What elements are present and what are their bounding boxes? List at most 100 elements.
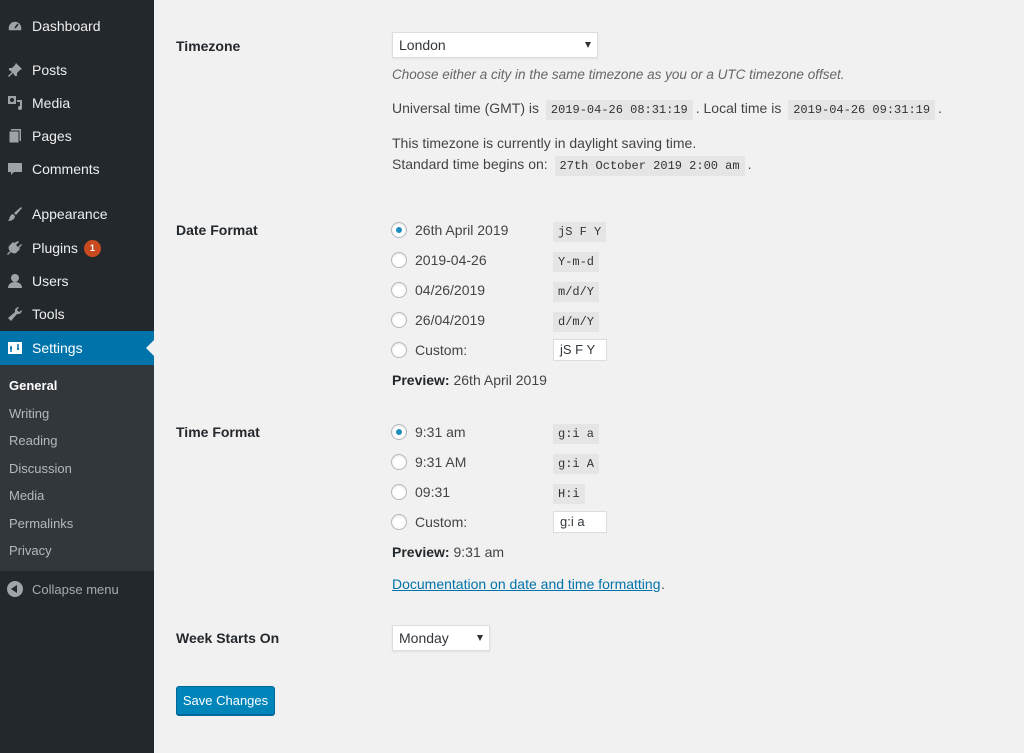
- docs-link-suffix: .: [661, 576, 665, 592]
- submenu-item-media[interactable]: Media: [9, 488, 44, 503]
- radio-checked[interactable]: [391, 424, 407, 440]
- std-time-value: 27th October 2019 2:00 am: [554, 156, 745, 176]
- radio[interactable]: [391, 342, 407, 358]
- collapse-menu-button[interactable]: Collapse menu: [0, 576, 154, 602]
- sidebar-item-tools[interactable]: Tools: [0, 297, 154, 331]
- local-suffix: .: [938, 100, 942, 116]
- week-starts-select[interactable]: Monday: [392, 625, 490, 651]
- date-format-label: Date Format: [176, 222, 258, 238]
- format-code: g:i A: [553, 454, 600, 474]
- sidebar-item-media[interactable]: Media: [0, 86, 154, 120]
- collapse-label: Collapse menu: [32, 581, 119, 597]
- option-label: 04/26/2019: [415, 282, 486, 298]
- sidebar-item-label: Users: [32, 273, 69, 289]
- submenu-item-reading[interactable]: Reading: [9, 433, 57, 448]
- sidebar-item-pages[interactable]: Pages: [0, 119, 154, 153]
- dashboard-icon: [7, 18, 23, 34]
- preview-value: 26th April 2019: [453, 372, 547, 388]
- sidebar-item-posts[interactable]: Posts: [0, 53, 154, 87]
- option-label: 9:31 am: [415, 424, 466, 440]
- format-code: d/m/Y: [553, 312, 600, 332]
- sidebar-item-users[interactable]: Users: [0, 264, 154, 298]
- option-label: Custom:: [415, 342, 468, 358]
- option-label: 9:31 AM: [415, 454, 467, 470]
- radio[interactable]: [391, 454, 407, 470]
- save-changes-button[interactable]: Save Changes: [176, 686, 275, 715]
- date-format-option[interactable]: 26/04/2019: [391, 310, 485, 330]
- sidebar-item-label: Tools: [32, 306, 65, 322]
- submenu-item-discussion[interactable]: Discussion: [9, 461, 72, 476]
- timezone-label: Timezone: [176, 38, 241, 54]
- local-prefix: . Local time is: [695, 100, 782, 116]
- time-readout: Universal time (GMT) is 2019-04-26 08:31…: [392, 100, 942, 120]
- radio[interactable]: [391, 484, 407, 500]
- chevron-down-icon: [585, 42, 591, 48]
- settings-submenu: General Writing Reading Discussion Media…: [0, 365, 154, 571]
- dst-note: This timezone is currently in daylight s…: [392, 135, 697, 151]
- submenu-item-privacy[interactable]: Privacy: [9, 543, 52, 558]
- comment-icon: [7, 161, 23, 177]
- time-format-option[interactable]: 9:31 am: [391, 422, 466, 442]
- sidebar-item-label: Media: [32, 95, 71, 111]
- pin-icon: [7, 62, 23, 78]
- sidebar-item-label: Pages: [32, 128, 72, 144]
- chevron-down-icon: [477, 635, 483, 641]
- timezone-select[interactable]: London: [392, 32, 598, 58]
- sidebar-item-label: Settings: [32, 340, 83, 356]
- format-code: H:i: [553, 484, 585, 504]
- sidebar-item-settings[interactable]: Settings: [0, 331, 154, 365]
- std-suffix: .: [747, 156, 752, 172]
- format-code: g:i a: [553, 424, 600, 444]
- admin-sidebar: Dashboard Posts Media Pages Comments App…: [0, 0, 154, 753]
- preview-label: Preview:: [392, 372, 450, 388]
- collapse-icon: [7, 581, 23, 597]
- format-code: m/d/Y: [553, 282, 600, 302]
- time-format-option[interactable]: 09:31: [391, 482, 450, 502]
- option-label: Custom:: [415, 514, 468, 530]
- date-time-docs-link[interactable]: Documentation on date and time formattin…: [392, 576, 661, 592]
- user-icon: [7, 273, 23, 289]
- date-format-custom-input[interactable]: jS F Y: [553, 339, 607, 361]
- sidebar-item-plugins[interactable]: Plugins 1: [0, 231, 154, 265]
- date-format-custom-option[interactable]: Custom:: [391, 340, 467, 360]
- local-time-value: 2019-04-26 09:31:19: [788, 100, 936, 120]
- radio-checked[interactable]: [391, 222, 407, 238]
- sidebar-item-label: Appearance: [32, 206, 108, 222]
- option-label: 2019-04-26: [415, 252, 487, 268]
- pages-icon: [7, 128, 23, 144]
- time-format-custom-input[interactable]: g:i a: [553, 511, 607, 533]
- sidebar-item-comments[interactable]: Comments: [0, 152, 154, 186]
- date-format-option[interactable]: 04/26/2019: [391, 280, 485, 300]
- std-prefix: Standard time begins on:: [392, 156, 548, 172]
- sidebar-item-dashboard[interactable]: Dashboard: [0, 9, 154, 43]
- time-format-preview: Preview: 9:31 am: [392, 544, 504, 560]
- time-format-custom-option[interactable]: Custom:: [391, 512, 467, 532]
- submenu-item-permalinks[interactable]: Permalinks: [9, 516, 73, 531]
- radio[interactable]: [391, 312, 407, 328]
- option-label: 26/04/2019: [415, 312, 486, 328]
- sidebar-item-label: Posts: [32, 62, 68, 78]
- format-code: Y-m-d: [553, 252, 600, 272]
- submenu-item-general[interactable]: General: [9, 378, 57, 393]
- utc-time-value: 2019-04-26 08:31:19: [545, 100, 693, 120]
- radio[interactable]: [391, 514, 407, 530]
- timezone-description: Choose either a city in the same timezon…: [392, 67, 845, 82]
- date-format-preview: Preview: 26th April 2019: [392, 372, 547, 388]
- radio[interactable]: [391, 282, 407, 298]
- media-icon: [7, 95, 23, 111]
- sidebar-item-appearance[interactable]: Appearance: [0, 197, 154, 231]
- week-starts-select-value: Monday: [399, 630, 449, 646]
- time-format-option[interactable]: 9:31 AM: [391, 452, 466, 472]
- date-format-option[interactable]: 26th April 2019: [391, 220, 508, 240]
- utc-prefix: Universal time (GMT) is: [392, 100, 540, 116]
- time-format-label: Time Format: [176, 424, 260, 440]
- week-starts-label: Week Starts On: [176, 630, 280, 646]
- date-format-option[interactable]: 2019-04-26: [391, 250, 487, 270]
- timezone-select-value: London: [399, 37, 446, 53]
- submenu-item-writing[interactable]: Writing: [9, 406, 49, 421]
- sidebar-item-label: Dashboard: [32, 18, 101, 34]
- sidebar-item-label: Comments: [32, 161, 100, 177]
- radio[interactable]: [391, 252, 407, 268]
- wrench-icon: [7, 306, 23, 322]
- option-label: 26th April 2019: [415, 222, 509, 238]
